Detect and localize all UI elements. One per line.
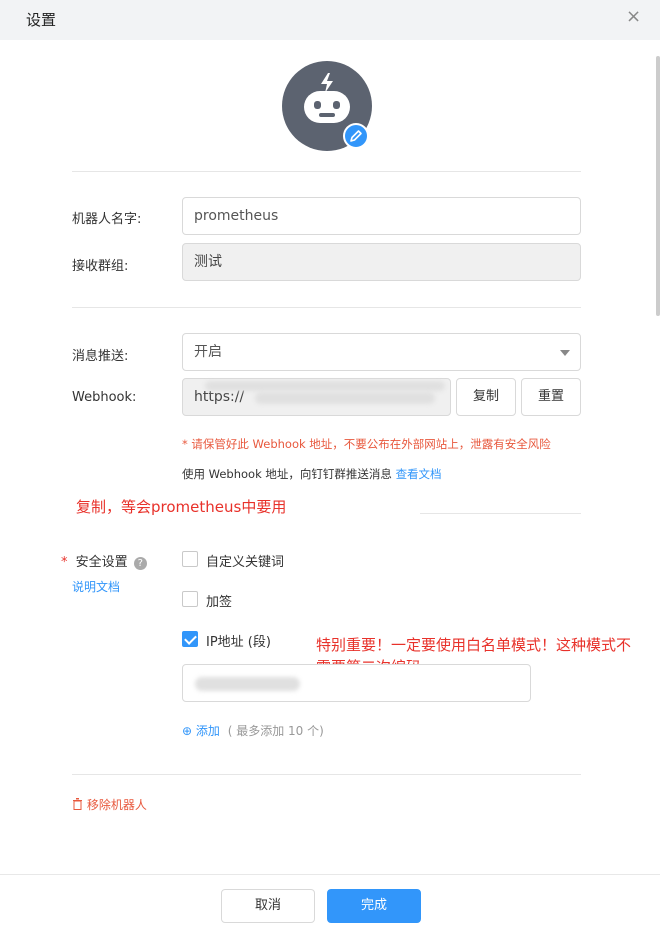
group-label: 接收群组:	[72, 259, 129, 274]
ip-option-label: IP地址 (段)	[206, 635, 271, 650]
cancel-button[interactable]: 取消	[221, 889, 315, 923]
confirm-button[interactable]: 完成	[327, 889, 421, 923]
security-doc-link[interactable]: 说明文档	[72, 578, 120, 595]
lightning-icon	[321, 73, 333, 93]
copy-annotation: 复制，等会prometheus中要用	[76, 498, 287, 516]
add-ip-hint: ( 最多添加 10 个)	[227, 724, 324, 738]
remove-robot-link[interactable]: 移除机器人	[72, 796, 147, 813]
dialog-header: 设置 ×	[0, 0, 660, 40]
sign-option-label: 加签	[206, 595, 233, 610]
chevron-down-icon	[560, 350, 570, 356]
divider	[72, 774, 581, 775]
sign-checkbox[interactable]	[182, 591, 198, 607]
remove-robot-label: 移除机器人	[86, 798, 147, 812]
robot-face-icon	[304, 91, 350, 123]
add-ip-link[interactable]: 添加	[196, 724, 220, 738]
push-select[interactable]: 开启	[182, 333, 581, 371]
add-icon[interactable]: ⊕	[182, 724, 192, 738]
edit-avatar-icon[interactable]	[343, 123, 369, 149]
divider	[420, 513, 581, 514]
help-icon[interactable]: ?	[133, 557, 147, 570]
trash-icon	[72, 798, 87, 812]
robot-name-label: 机器人名字:	[72, 212, 142, 227]
webhook-hint-text: 使用 Webhook 地址，向钉钉群推送消息	[182, 467, 392, 481]
push-select-value: 开启	[194, 344, 222, 360]
add-ip-row: ⊕ 添加 ( 最多添加 10 个)	[182, 722, 324, 739]
redaction-blur	[205, 381, 445, 391]
view-doc-link[interactable]: 查看文档	[396, 467, 442, 481]
security-label: * 安全设置 ?	[61, 551, 147, 570]
webhook-warning: * 请保管好此 Webhook 地址，不要公布在外部网站上，泄露有安全风险	[182, 437, 551, 451]
divider	[72, 171, 581, 172]
scrollbar-thumb[interactable]	[656, 56, 660, 316]
divider	[72, 307, 581, 308]
group-field: 测试	[182, 243, 581, 281]
security-label-text: 安全设置	[75, 555, 128, 570]
required-mark: *	[61, 555, 68, 570]
robot-name-input[interactable]: prometheus	[182, 197, 581, 235]
redaction-blur	[255, 392, 435, 404]
push-label: 消息推送:	[72, 349, 129, 364]
reset-button[interactable]: 重置	[521, 378, 581, 416]
webhook-label: Webhook:	[72, 390, 137, 405]
ip-checkbox[interactable]	[182, 631, 198, 647]
ip-annotation-line1: 特别重要！一定要使用白名单模式！这种模式不	[316, 636, 632, 654]
webhook-value: https://	[194, 389, 245, 405]
keyword-checkbox[interactable]	[182, 551, 198, 567]
redaction-blur	[195, 677, 300, 691]
copy-button[interactable]: 复制	[456, 378, 516, 416]
webhook-hint: 使用 Webhook 地址，向钉钉群推送消息 查看文档	[182, 466, 442, 482]
close-icon[interactable]: ×	[626, 6, 641, 27]
dialog-title: 设置	[26, 11, 57, 29]
dialog-footer: 取消 完成	[0, 874, 660, 934]
keyword-option-label: 自定义关键词	[206, 555, 285, 570]
